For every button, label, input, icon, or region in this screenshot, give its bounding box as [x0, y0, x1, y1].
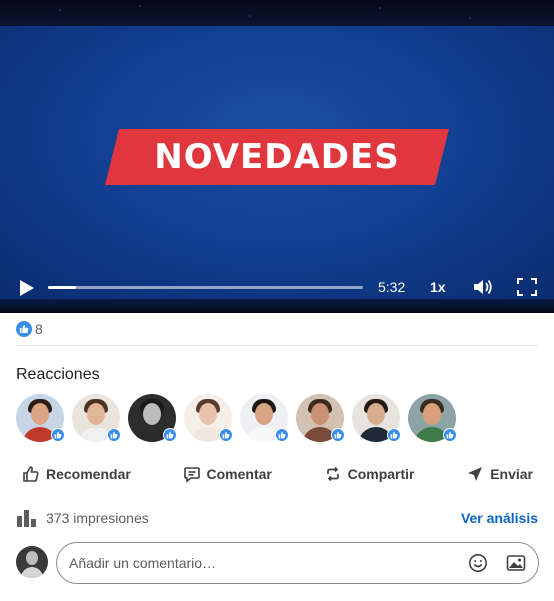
send-button[interactable]: Enviar	[460, 460, 539, 488]
comment-button[interactable]: Comentar	[177, 460, 278, 488]
video-progress-fill	[48, 286, 77, 289]
comment-box	[56, 542, 539, 584]
video-controls: 5:32 1x	[0, 272, 554, 302]
avatar-head	[87, 403, 105, 425]
current-user-avatar-head	[26, 551, 38, 565]
like-badge-icon	[107, 428, 121, 442]
fullscreen-icon[interactable]	[516, 277, 538, 297]
comment-icon	[183, 467, 200, 483]
comment-label: Comentar	[206, 466, 272, 482]
share-label: Compartir	[347, 466, 415, 482]
emoji-icon[interactable]	[468, 553, 488, 573]
reactor-avatar[interactable]	[72, 394, 121, 442]
divider	[16, 345, 539, 346]
impressions-row: 373 impresiones	[16, 508, 149, 528]
like-badge-icon	[275, 428, 289, 442]
impressions-count: 373 impresiones	[46, 510, 149, 526]
avatar-head	[199, 403, 217, 425]
avatar-head	[423, 403, 441, 425]
video-top-strip	[0, 0, 554, 26]
like-badge-icon	[331, 428, 345, 442]
send-icon	[468, 467, 483, 481]
playback-speed-button[interactable]: 1x	[430, 279, 446, 295]
current-user-avatar[interactable]	[16, 546, 48, 578]
comment-input[interactable]	[69, 548, 449, 578]
reactor-avatar-list	[16, 394, 457, 442]
send-label: Enviar	[490, 466, 533, 482]
volume-icon[interactable]	[472, 277, 494, 297]
reactor-avatar[interactable]	[352, 394, 401, 442]
view-analytics-link[interactable]: Ver análisis	[461, 510, 538, 526]
avatar-head	[31, 403, 49, 425]
like-badge-icon	[51, 428, 65, 442]
reactor-avatar[interactable]	[184, 394, 233, 442]
like-badge-icon	[443, 428, 457, 442]
avatar-head	[367, 403, 385, 425]
current-user-avatar-body	[21, 567, 43, 578]
share-button[interactable]: Compartir	[318, 460, 421, 488]
thumbs-up-icon	[23, 466, 39, 482]
reactor-avatar[interactable]	[128, 394, 177, 442]
video-player[interactable]: NOVEDADES 5:32 1x	[0, 0, 554, 313]
like-badge-icon	[219, 428, 233, 442]
reaction-count-value: 8	[35, 321, 43, 337]
video-time-remaining: 5:32	[378, 279, 406, 295]
reactor-avatar[interactable]	[240, 394, 289, 442]
like-badge-icon	[163, 428, 177, 442]
reactions-title: Reacciones	[16, 366, 100, 383]
action-bar: Recomendar Comentar Compartir Enviar	[16, 460, 539, 488]
reaction-count[interactable]: 8	[16, 320, 43, 338]
reactor-avatar[interactable]	[296, 394, 345, 442]
image-icon[interactable]	[506, 553, 526, 573]
repost-icon	[326, 466, 339, 482]
reactor-avatar[interactable]	[16, 394, 65, 442]
play-icon[interactable]	[16, 278, 36, 298]
video-progress-bar[interactable]	[48, 286, 363, 289]
recommend-button[interactable]: Recomendar	[16, 460, 137, 488]
reactor-avatar[interactable]	[408, 394, 457, 442]
avatar-head	[311, 403, 329, 425]
analytics-chart-icon	[17, 510, 36, 527]
like-reaction-icon	[16, 321, 32, 337]
avatar-head	[143, 403, 161, 425]
like-badge-icon	[387, 428, 401, 442]
video-banner-text: NOVEDADES	[154, 137, 400, 177]
avatar-head	[255, 403, 273, 425]
recommend-label: Recomendar	[46, 466, 131, 482]
